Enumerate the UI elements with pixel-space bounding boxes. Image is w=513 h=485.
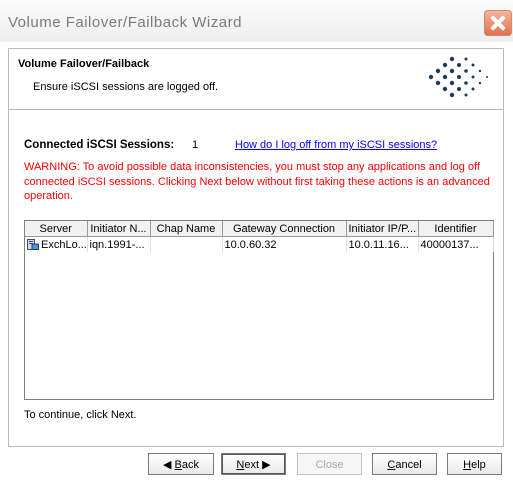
wizard-header: Volume Failover/Failback Ensure iSCSI se… [8,48,504,110]
back-label-rest: ack [181,459,199,471]
connected-sessions-label: Connected iSCSI Sessions: [24,139,175,151]
cancel-label-rest: ancel [395,459,422,471]
cancel-button[interactable]: Cancel [372,453,437,475]
next-label-rest: ext [244,459,260,471]
cell-server-text: ExchLo... [41,238,87,251]
continue-instruction: To continue, click Next. [24,409,137,421]
cell-initiator-ip: 10.0.11.16... [346,236,419,252]
sessions-table[interactable]: Server Initiator N... Chap Name Gateway … [24,220,494,400]
close-button[interactable]: Close [297,453,362,475]
cell-identifier: 40000137... [418,236,494,252]
back-arrow-icon: ◀ [163,459,172,471]
column-header-server[interactable]: Server [25,221,88,237]
next-arrow-icon: ▶ [262,459,271,471]
column-header-initiator-ip[interactable]: Initiator IP/P... [346,221,419,237]
server-icon [27,238,39,250]
cell-initiator-name: iqn.1991-... [87,236,151,252]
back-button[interactable]: ◀ Back [148,453,214,475]
dots-logo-icon [428,56,488,98]
column-header-chap-name[interactable]: Chap Name [150,221,223,237]
window-title: Volume Failover/Failback Wizard [8,14,242,31]
title-bar: Volume Failover/Failback Wizard [0,0,513,42]
back-mnemonic: B [174,459,182,471]
help-button[interactable]: Help [447,453,502,475]
cell-server: ExchLo... [25,236,88,252]
wizard-step-subtitle: Ensure iSCSI sessions are logged off. [33,81,219,93]
column-header-identifier[interactable]: Identifier [418,221,494,237]
close-icon[interactable] [484,10,512,36]
next-button[interactable]: Next ▶ [221,453,286,475]
help-mnemonic: H [463,459,472,471]
wizard-step-title: Volume Failover/Failback [18,58,150,70]
table-row[interactable]: ExchLo... iqn.1991-... 10.0.60.32 10.0.1… [25,236,494,252]
column-header-initiator-name[interactable]: Initiator N... [87,221,151,237]
logoff-help-link[interactable]: How do I log off from my iSCSI sessions? [235,139,437,151]
connected-sessions-count: 1 [192,139,199,151]
table-header-row: Server Initiator N... Chap Name Gateway … [25,221,494,237]
cell-gateway-connection: 10.0.60.32 [222,236,347,252]
cell-chap-name [150,236,223,252]
column-header-gateway-connection[interactable]: Gateway Connection [222,221,347,237]
help-label-rest: elp [471,459,486,471]
warning-message: WARNING: To avoid possible data inconsis… [24,161,490,202]
